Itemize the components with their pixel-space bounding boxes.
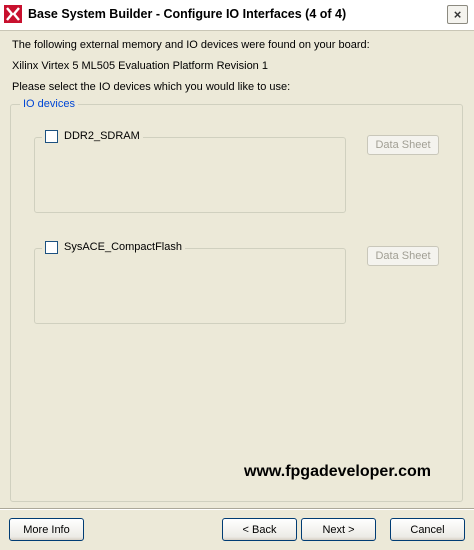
sysace-label: SysACE_CompactFlash [64, 241, 182, 253]
next-button[interactable]: Next > [301, 518, 376, 541]
close-button[interactable]: × [447, 5, 468, 24]
sysace-checkbox[interactable] [45, 240, 58, 254]
board-name: Xilinx Virtex 5 ML505 Evaluation Platfor… [12, 60, 268, 72]
more-info-button[interactable]: More Info [9, 518, 84, 541]
ddr2-checkbox[interactable] [45, 129, 58, 143]
device-row-sysace[interactable]: SysACE_CompactFlash [42, 239, 185, 255]
xilinx-logo-icon [4, 5, 22, 23]
back-button[interactable]: < Back [222, 518, 297, 541]
instruction-text: Please select the IO devices which you w… [12, 81, 291, 93]
device-row-ddr2[interactable]: DDR2_SDRAM [42, 128, 143, 144]
sysace-datasheet-button[interactable]: Data Sheet [367, 246, 439, 266]
watermark-text: www.fpgadeveloper.com [244, 463, 432, 480]
close-icon: × [453, 7, 462, 22]
ddr2-label: DDR2_SDRAM [64, 130, 140, 142]
device-box-ddr2 [34, 137, 346, 213]
intro-text: The following external memory and IO dev… [12, 39, 370, 51]
ddr2-datasheet-button[interactable]: Data Sheet [367, 135, 439, 155]
window-title: Base System Builder - Configure IO Inter… [28, 7, 347, 21]
device-box-sysace [34, 248, 346, 324]
title-bar[interactable]: Base System Builder - Configure IO Inter… [0, 0, 474, 31]
footer-separator [0, 508, 474, 510]
io-devices-group-label: IO devices [20, 98, 78, 110]
cancel-button[interactable]: Cancel [390, 518, 465, 541]
